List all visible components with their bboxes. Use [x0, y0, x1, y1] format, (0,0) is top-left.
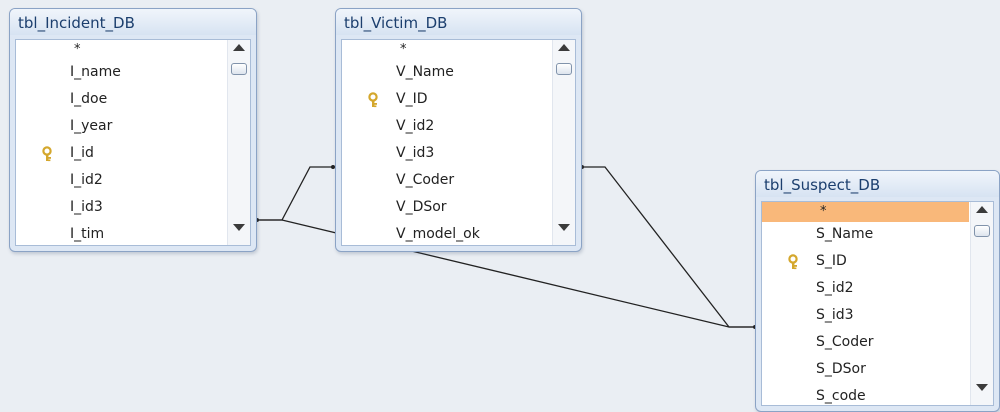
field-item[interactable]: I_id2 [16, 168, 226, 195]
field-label: V_id2 [396, 118, 435, 134]
field-label: V_model_ok [396, 226, 480, 242]
field-item[interactable]: I_year [16, 114, 226, 141]
field-list: * I_name I_doe I_year I_id I_id2 I_id3 I_tim [16, 40, 226, 245]
field-label: I_name [70, 64, 121, 80]
field-label: I_id3 [70, 199, 103, 215]
vertical-scrollbar[interactable] [552, 40, 575, 245]
key-icon [788, 254, 802, 270]
field-item[interactable]: S_id2 [762, 276, 969, 303]
vertical-scrollbar[interactable] [970, 202, 993, 405]
scroll-down-arrow-icon[interactable] [228, 224, 250, 242]
field-item[interactable]: S_ID [762, 249, 969, 276]
field-item[interactable]: V_DSor [342, 195, 551, 222]
field-item[interactable]: V_ID [342, 87, 551, 114]
field-item[interactable]: I_doe [16, 87, 226, 114]
field-label: V_id3 [396, 145, 435, 161]
field-label: I_year [70, 118, 113, 134]
field-list-box: * V_Name V_ID V_id2 V_id3 V_Coder V_DSor V_mode… [341, 39, 576, 246]
relationship-incident-victim[interactable] [257, 166, 333, 221]
field-item[interactable]: S_DSor [762, 357, 969, 384]
field-list: * S_Name S_ID S_id2 S_id3 S_Coder S_DSor S_code [762, 202, 969, 405]
field-label: I_tim [70, 226, 105, 242]
scroll-down-arrow-icon[interactable] [553, 224, 575, 242]
field-item[interactable]: S_code [762, 384, 969, 405]
field-label: S_ID [816, 253, 847, 269]
field-label: S_Coder [816, 334, 874, 350]
scroll-down-arrow-icon[interactable] [971, 384, 993, 402]
field-label: S_id2 [816, 280, 854, 296]
field-all-columns[interactable]: * [342, 40, 551, 60]
scroll-thumb[interactable] [231, 63, 247, 75]
field-label: V_DSor [396, 199, 447, 215]
field-item[interactable]: I_tim [16, 222, 226, 245]
table-window-incident[interactable]: tbl_Incident_DB * I_name I_doe I_year I_id I_… [9, 8, 257, 252]
field-label: S_DSor [816, 361, 866, 377]
field-all-columns[interactable]: * [16, 40, 226, 60]
field-label: S_Name [816, 226, 874, 242]
table-title[interactable]: tbl_Incident_DB [10, 9, 256, 35]
field-label: * [74, 42, 81, 57]
field-label: I_id [70, 145, 94, 161]
vertical-scrollbar[interactable] [227, 40, 250, 245]
scroll-up-arrow-icon[interactable] [553, 43, 575, 61]
scroll-up-arrow-icon[interactable] [971, 205, 993, 223]
field-item[interactable]: I_name [16, 60, 226, 87]
field-item[interactable]: S_id3 [762, 303, 969, 330]
field-item[interactable]: S_Name [762, 222, 969, 249]
field-item[interactable]: S_Coder [762, 330, 969, 357]
field-label: * [400, 42, 407, 57]
table-title[interactable]: tbl_Suspect_DB [756, 171, 999, 197]
field-item[interactable]: I_id3 [16, 195, 226, 222]
field-item[interactable]: V_model_ok [342, 222, 551, 245]
field-label: V_Name [396, 64, 454, 80]
field-list: * V_Name V_ID V_id2 V_id3 V_Coder V_DSor V_mode… [342, 40, 551, 245]
field-item[interactable]: V_Name [342, 60, 551, 87]
field-label: V_ID [396, 91, 428, 107]
key-icon [368, 92, 382, 108]
field-item[interactable]: V_Coder [342, 168, 551, 195]
key-icon [42, 146, 56, 162]
field-list-box: * S_Name S_ID S_id2 S_id3 S_Coder S_DSor S_code [761, 201, 994, 406]
scroll-up-arrow-icon[interactable] [228, 43, 250, 61]
field-item[interactable]: I_id [16, 141, 226, 168]
field-label: I_doe [70, 91, 108, 107]
field-label: * [820, 204, 827, 219]
field-label: I_id2 [70, 172, 103, 188]
table-title[interactable]: tbl_Victim_DB [336, 9, 581, 35]
table-window-victim[interactable]: tbl_Victim_DB * V_Name V_ID V_id2 V_id3 V_Cod… [335, 8, 582, 252]
table-window-suspect[interactable]: tbl_Suspect_DB * S_Name S_ID S_id2 S_id3 S_Co… [755, 170, 1000, 412]
field-label: V_Coder [396, 172, 455, 188]
relationship-victim-suspect[interactable] [582, 166, 755, 328]
field-all-columns[interactable]: * [762, 202, 969, 222]
field-list-box: * I_name I_doe I_year I_id I_id2 I_id3 I_tim [15, 39, 251, 246]
field-item[interactable]: V_id2 [342, 114, 551, 141]
field-item[interactable]: V_id3 [342, 141, 551, 168]
field-label: S_id3 [816, 307, 854, 323]
scroll-thumb[interactable] [974, 225, 990, 237]
field-label: S_code [816, 388, 866, 404]
scroll-thumb[interactable] [556, 63, 572, 75]
